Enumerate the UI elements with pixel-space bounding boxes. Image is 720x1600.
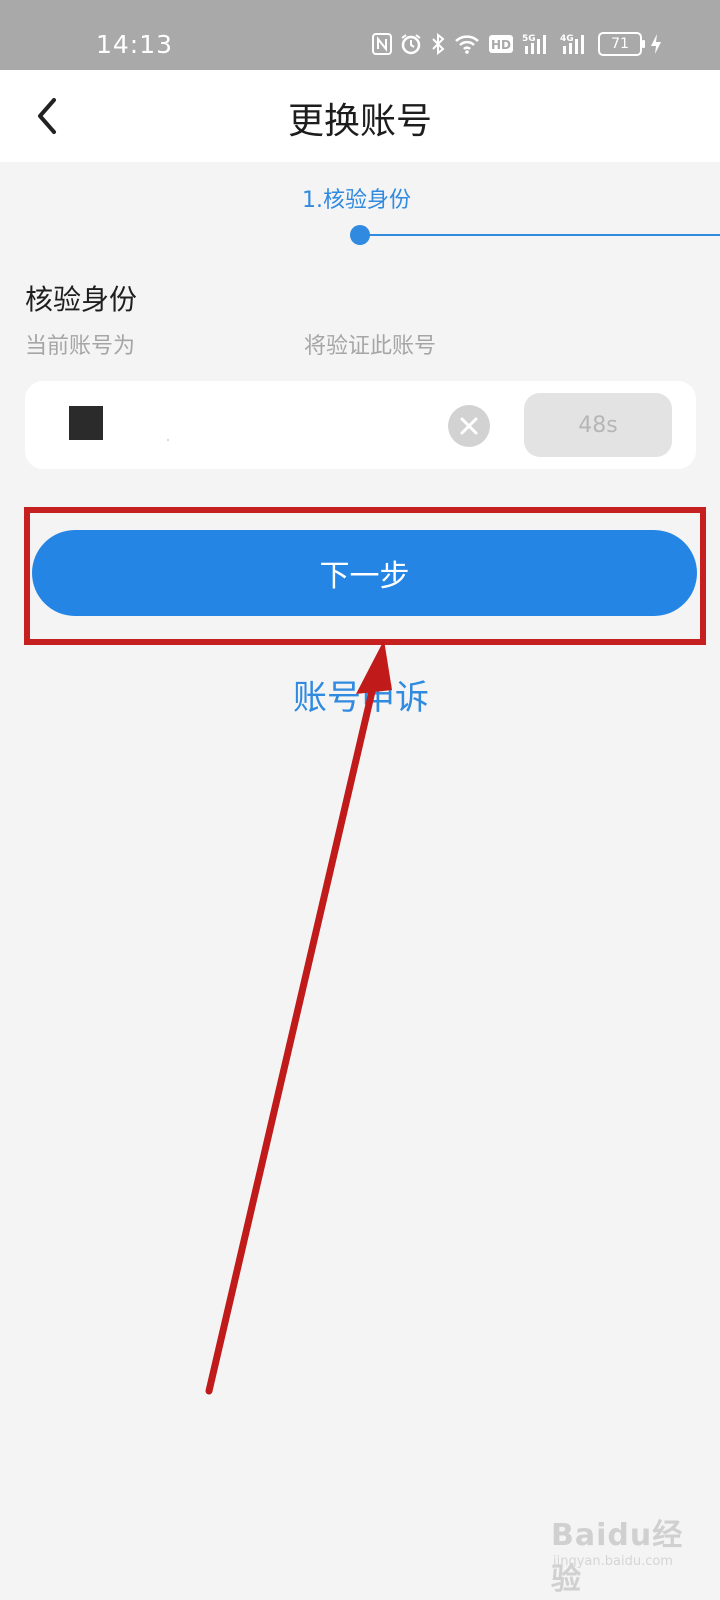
step-indicator-dot bbox=[350, 225, 370, 245]
battery-level: 71 bbox=[611, 36, 629, 52]
account-appeal-link[interactable]: 账号申诉 bbox=[293, 670, 429, 719]
charging-icon bbox=[650, 31, 662, 57]
watermark-subtext: jingyan.baidu.com bbox=[553, 1554, 673, 1569]
signal-5g-label: 5G bbox=[522, 34, 536, 44]
battery-icon: 71 bbox=[598, 32, 645, 56]
header: 更换账号 bbox=[0, 70, 720, 162]
status-time: 14:13 bbox=[96, 30, 174, 59]
section-title: 核验身份 bbox=[25, 283, 138, 316]
verification-input-card[interactable]: 48s bbox=[25, 381, 696, 469]
current-account-label: 当前账号为 bbox=[25, 334, 136, 359]
will-verify-label: 将验证此账号 bbox=[304, 334, 437, 359]
signal-4g-label: 4G bbox=[560, 34, 574, 44]
step-label: 1.核验身份 bbox=[302, 188, 411, 213]
resend-countdown-button[interactable]: 48s bbox=[524, 393, 672, 457]
signal-5g-icon: 5G bbox=[522, 31, 552, 57]
baidu-watermark: Baidu经验 jingyan.baidu.com bbox=[551, 1510, 711, 1597]
step-progress-line bbox=[368, 234, 720, 236]
nfc-icon bbox=[372, 31, 392, 57]
status-icons: HD 5G 4G 71 bbox=[372, 30, 662, 58]
masked-account-dot bbox=[167, 439, 169, 441]
wifi-icon bbox=[454, 31, 480, 57]
status-bar: 14:13 HD 5G 4G 71 bbox=[0, 0, 720, 70]
bluetooth-icon bbox=[430, 31, 446, 57]
alarm-icon bbox=[400, 31, 422, 57]
highlight-annotation-box bbox=[24, 507, 706, 645]
hd-icon: HD bbox=[488, 31, 514, 57]
clear-icon[interactable] bbox=[448, 405, 490, 447]
page-title: 更换账号 bbox=[287, 101, 432, 142]
signal-4g-icon: 4G bbox=[560, 31, 590, 57]
hd-text: HD bbox=[491, 38, 511, 52]
masked-account-value bbox=[69, 406, 103, 440]
